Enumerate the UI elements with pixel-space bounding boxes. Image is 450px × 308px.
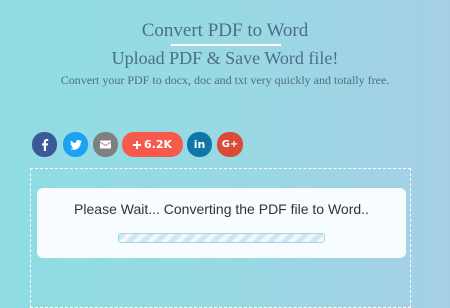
progress-bar-fill (119, 234, 324, 242)
share-count-button[interactable]: 6.2K (122, 132, 183, 157)
twitter-icon (69, 139, 82, 150)
linkedin-share-button[interactable]: in (187, 132, 212, 157)
conversion-progress-bar (118, 233, 325, 243)
page-title: Convert PDF to Word (141, 20, 309, 41)
conversion-status-card: Please Wait... Converting the PDF file t… (37, 188, 406, 258)
page-subtitle: Upload PDF & Save Word file! (111, 48, 339, 68)
email-share-button[interactable] (93, 132, 118, 157)
twitter-share-button[interactable] (63, 132, 88, 157)
facebook-share-button[interactable] (32, 132, 57, 157)
linkedin-icon: in (193, 138, 206, 151)
conversion-status-text: Please Wait... Converting the PDF file t… (74, 201, 369, 217)
facebook-icon (41, 138, 49, 151)
googleplus-icon: G+ (221, 139, 239, 150)
page-description: Convert your PDF to docx, doc and txt ve… (60, 73, 390, 87)
share-count: 6.2K (143, 138, 172, 151)
plus-icon (132, 140, 141, 149)
email-icon (100, 140, 111, 149)
googleplus-share-button[interactable]: G+ (217, 132, 243, 157)
